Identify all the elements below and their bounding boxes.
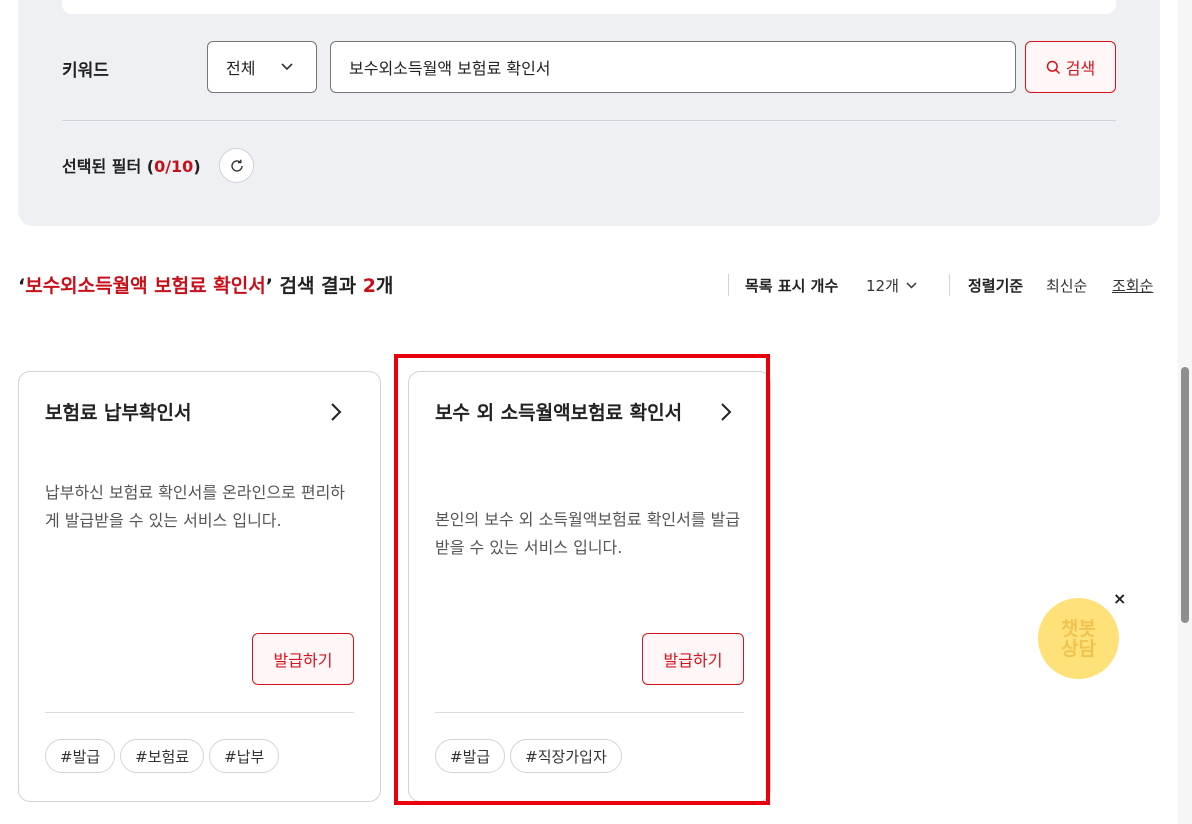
issue-button[interactable]: 발급하기 — [642, 633, 744, 685]
card-title[interactable]: 보험료 납부확인서 — [45, 399, 310, 428]
chevron-down-icon — [906, 282, 917, 289]
scope-select-value: 전체 — [226, 59, 256, 78]
sort-views-option[interactable]: 조회순 — [1112, 275, 1153, 296]
tag[interactable]: #발급 — [45, 739, 116, 773]
tag[interactable]: #직장가입자 — [510, 739, 622, 773]
chevron-down-icon — [281, 63, 293, 71]
chatbot-label: 챗봇상담 — [1061, 617, 1096, 660]
card-divider — [435, 712, 744, 713]
scrollbar-thumb[interactable] — [1181, 367, 1189, 623]
panel-divider — [62, 120, 1116, 121]
sort-label: 정렬기준 — [968, 277, 1024, 295]
service-card[interactable]: 보수 외 소득월액보험료 확인서 본인의 보수 외 소득월액보험료 확인서를 발… — [408, 371, 771, 802]
chatbot-button[interactable]: 챗봇상담 — [1038, 598, 1119, 679]
tag-list: #발급 #직장가입자 — [435, 739, 622, 773]
tag[interactable]: #발급 — [435, 739, 506, 773]
issue-button[interactable]: 발급하기 — [252, 633, 354, 685]
keyword-label: 키워드 — [62, 61, 109, 81]
results-count: 2 — [362, 275, 376, 297]
search-input[interactable] — [330, 41, 1016, 93]
refresh-icon — [230, 159, 243, 172]
chevron-right-icon[interactable] — [718, 402, 734, 422]
search-panel — [18, 0, 1160, 226]
tag[interactable]: #보험료 — [120, 739, 205, 773]
chevron-right-icon[interactable] — [328, 402, 344, 422]
list-count-value: 12개 — [866, 277, 899, 295]
filter-count: 0/10 — [154, 157, 194, 176]
results-query: 보수외소득월액 보험료 확인서 — [25, 275, 266, 297]
search-icon — [1046, 60, 1060, 74]
header-separator — [949, 274, 950, 296]
sort-latest-option[interactable]: 최신순 — [1046, 275, 1087, 296]
search-button-label: 검색 — [1065, 59, 1096, 78]
results-title: ‘보수외소득월액 보험료 확인서’ 검색 결과 2개 — [18, 275, 394, 297]
list-count-label: 목록 표시 개수 — [745, 277, 839, 295]
tag[interactable]: #납부 — [209, 739, 280, 773]
service-card[interactable]: 보험료 납부확인서 납부하신 보험료 확인서를 온라인으로 편리하게 발급받을 … — [18, 371, 381, 802]
reset-filter-button[interactable] — [219, 148, 254, 183]
scope-select[interactable]: 전체 — [207, 41, 317, 93]
list-count-select[interactable]: 12개 — [866, 275, 918, 296]
panel-top-strip — [62, 0, 1116, 14]
card-divider — [45, 712, 354, 713]
header-separator — [728, 274, 729, 296]
card-description: 본인의 보수 외 소득월액보험료 확인서를 발급받을 수 있는 서비스 입니다. — [435, 510, 741, 557]
tag-list: #발급 #보험료 #납부 — [45, 739, 280, 773]
selected-filter-label: 선택된 필터 (0/10) — [62, 157, 201, 176]
card-title[interactable]: 보수 외 소득월액보험료 확인서 — [435, 399, 700, 428]
chatbot-close-button[interactable]: × — [1113, 589, 1126, 608]
search-button[interactable]: 검색 — [1025, 41, 1116, 93]
card-description: 납부하신 보험료 확인서를 온라인으로 편리하게 발급받을 수 있는 서비스 입… — [45, 483, 346, 530]
